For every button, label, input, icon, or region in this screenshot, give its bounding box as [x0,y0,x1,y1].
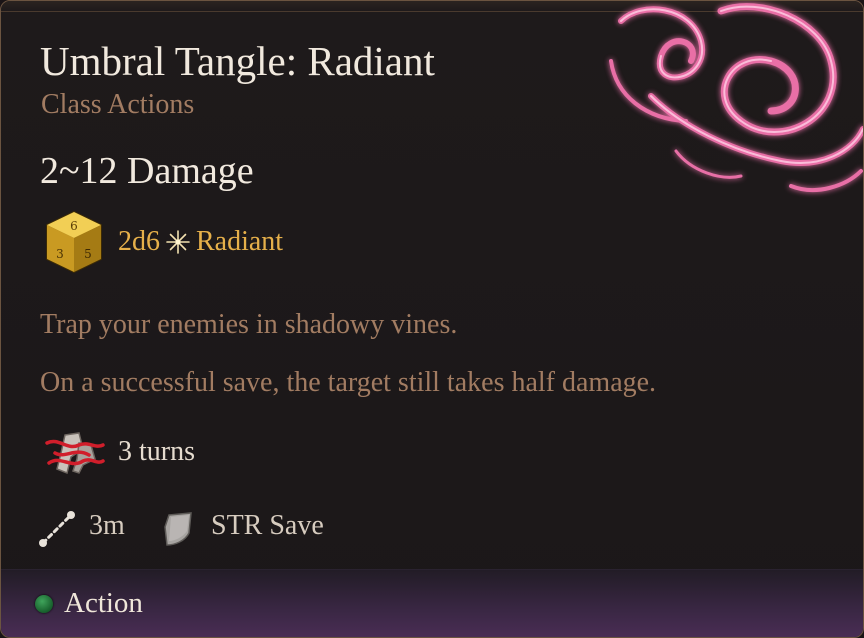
spell-tooltip: Umbral Tangle: Radiant Class Actions 2~1… [0,0,864,638]
svg-text:6: 6 [70,219,78,233]
damage-dice-line: 2d6 Radiant [118,226,283,258]
action-resource-icon [35,595,53,613]
action-cost-label: Action [64,587,143,619]
radiant-spark-icon [166,230,190,254]
vine-swirl-art [609,3,863,192]
shield-save-icon [164,512,192,546]
svg-text:3: 3 [56,247,64,261]
svg-text:5: 5 [84,247,92,261]
spell-category: Class Actions [41,89,195,120]
d6-dice-icon: 6 3 5 [46,210,102,274]
range-icon [39,511,75,547]
damage-type: Radiant [196,226,284,257]
damage-range: 2~12 Damage [40,150,254,192]
entangled-status-icon [45,432,105,475]
spell-description: Trap your enemies in shadowy vines. [40,309,458,340]
saving-throw-text: STR Save [211,510,324,541]
spell-title: Umbral Tangle: Radiant [40,38,435,84]
spell-save-note: On a successful save, the target still t… [40,367,657,398]
range-text: 3m [89,510,125,541]
damage-dice: 2d6 [118,226,160,257]
duration-text: 3 turns [118,436,195,467]
